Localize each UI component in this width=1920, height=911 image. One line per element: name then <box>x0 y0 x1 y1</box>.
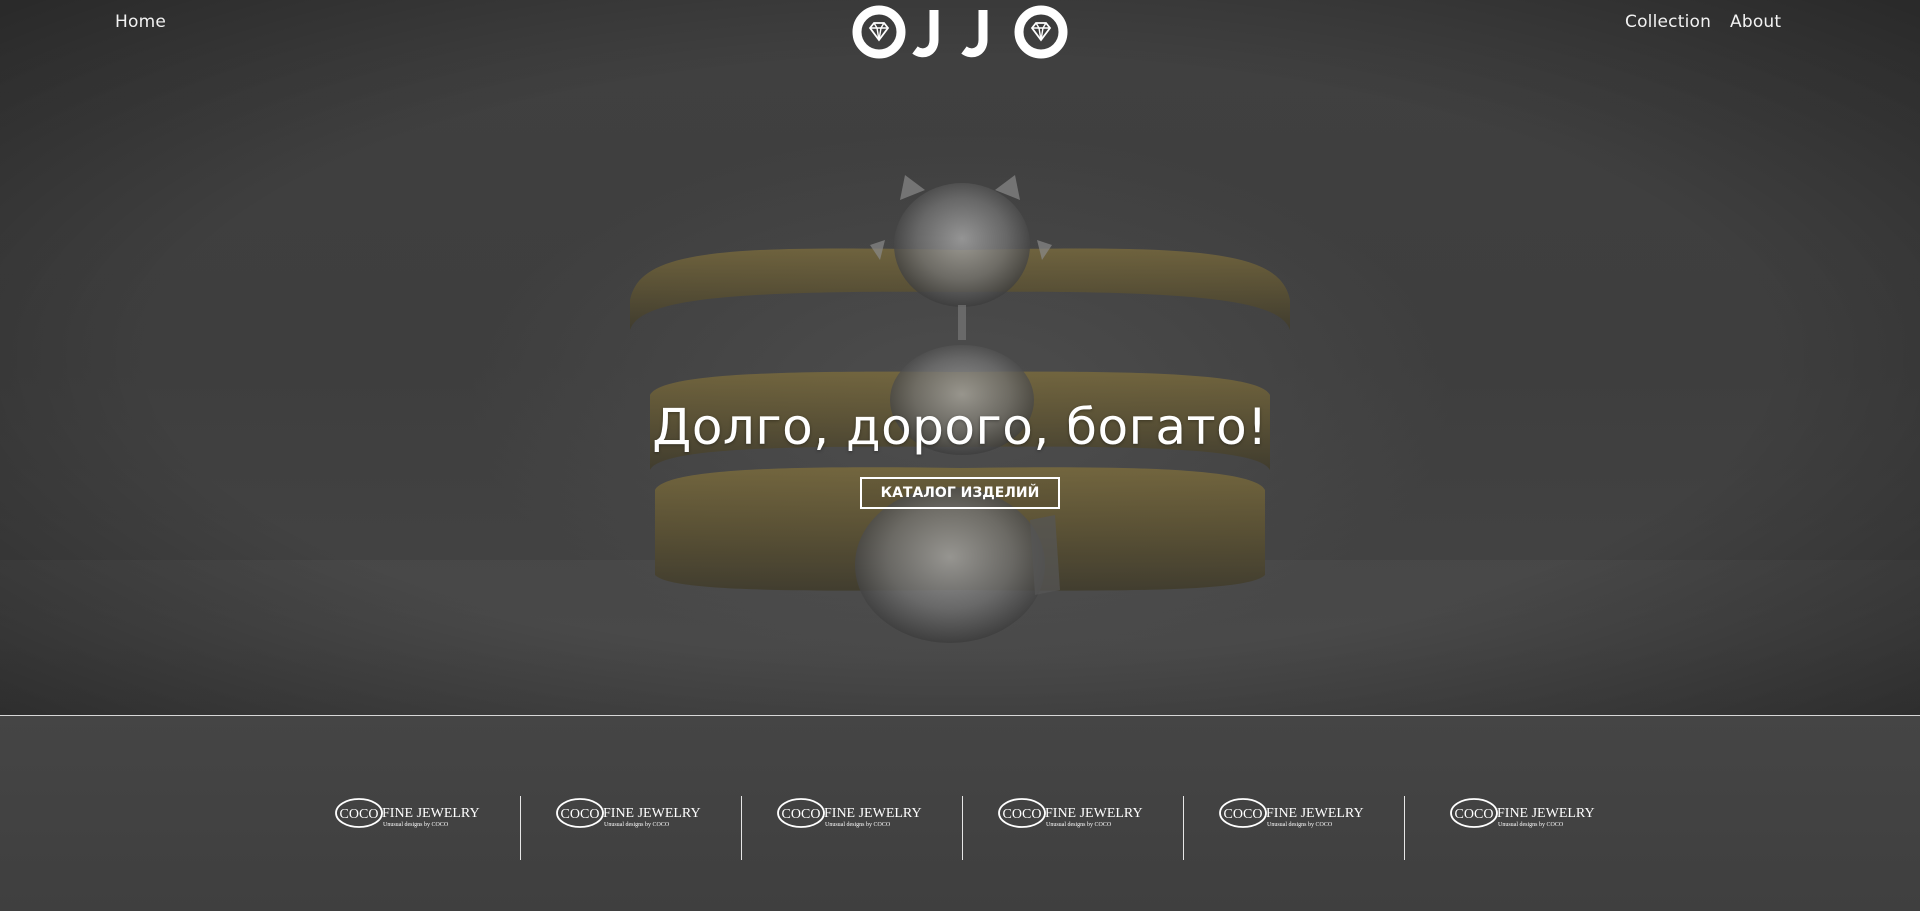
brand-separator <box>1404 796 1405 860</box>
brand-mark-text: COCO <box>782 807 821 822</box>
brand-logo-graphic: COCO FINE JEWELRYUnusual designs by COCO <box>1219 798 1364 828</box>
catalog-button[interactable]: КАТАЛОГ ИЗДЕЛИЙ <box>860 477 1060 509</box>
brand-name-text: FINE JEWELRY <box>1266 806 1364 821</box>
brand-name-text: FINE JEWELRY <box>1045 806 1143 821</box>
brand-logo[interactable]: COCO FINE JEWELRY Unusual designs by COCO <box>777 796 937 834</box>
brand-separator <box>520 796 521 860</box>
diamond-icon <box>868 22 890 42</box>
brand-tagline-text: Unusual designs by COCO <box>1046 822 1112 828</box>
hero-title: Долго, дорого, богато! <box>652 398 1268 456</box>
brand-separator <box>962 796 963 860</box>
brand-logo-graphic: COCO FINE JEWELRYUnusual designs by COCO <box>335 798 480 828</box>
brand-separator <box>741 796 742 860</box>
brand-name-text: FINE JEWELRY <box>382 806 480 821</box>
brand-logo[interactable]: COCO FINE JEWELRY Unusual designs by COCO <box>556 796 716 834</box>
brand-logo[interactable]: COCO FINE JEWELRY Unusual designs by COCO <box>335 796 495 834</box>
brand-logo[interactable]: COCO FINE JEWELRY Unusual designs by COCO <box>1219 796 1379 834</box>
hero-rings-image <box>0 0 1920 716</box>
brand-name-text: FINE JEWELRY <box>824 806 922 821</box>
brand-logo-graphic: COCO FINE JEWELRYUnusual designs by COCO <box>1450 798 1595 828</box>
diamond-icon <box>1030 22 1052 42</box>
logo-letter-o-left <box>852 5 906 59</box>
brand-logo[interactable]: COCO FINE JEWELRY Unusual designs by COCO <box>1450 796 1610 834</box>
brand-name-text: FINE JEWELRY <box>1497 806 1595 821</box>
brand-tagline-text: Unusual designs by COCO <box>825 822 891 828</box>
logo-letter-j-1 <box>912 10 939 58</box>
brand-mark-text: COCO <box>1003 807 1042 822</box>
ojjo-logo[interactable] <box>851 4 1071 60</box>
brand-logo-graphic: COCO FINE JEWELRYUnusual designs by COCO <box>556 798 701 828</box>
brand-mark-text: COCO <box>1455 807 1494 822</box>
brand-tagline-text: Unusual designs by COCO <box>1498 822 1564 828</box>
brand-separator <box>1183 796 1184 860</box>
logo-letter-o-right <box>1014 5 1068 59</box>
logo-letter-j-2 <box>961 10 988 58</box>
brand-tagline-text: Unusual designs by COCO <box>383 822 449 828</box>
brand-name-text: FINE JEWELRY <box>603 806 701 821</box>
brand-tagline-text: Unusual designs by COCO <box>1267 822 1333 828</box>
brand-logo-graphic: COCO FINE JEWELRYUnusual designs by COCO <box>998 798 1143 828</box>
brand-strip: COCO FINE JEWELRY Unusual designs by COCO C… <box>0 716 1920 911</box>
brand-mark-text: COCO <box>340 807 379 822</box>
brand-logo[interactable]: COCO FINE JEWELRY Unusual designs by COCO <box>998 796 1158 834</box>
page: Home Collection About Долго, дорого, бог… <box>0 0 1920 911</box>
brand-tagline-text: Unusual designs by COCO <box>604 822 670 828</box>
brand-logo-graphic: COCO FINE JEWELRYUnusual designs by COCO <box>777 798 922 828</box>
nav-collection-link[interactable]: Collection <box>1625 12 1711 32</box>
brand-mark-text: COCO <box>1224 807 1263 822</box>
nav-home-link[interactable]: Home <box>115 12 166 32</box>
brand-mark-text: COCO <box>561 807 600 822</box>
nav-about-link[interactable]: About <box>1730 12 1781 32</box>
